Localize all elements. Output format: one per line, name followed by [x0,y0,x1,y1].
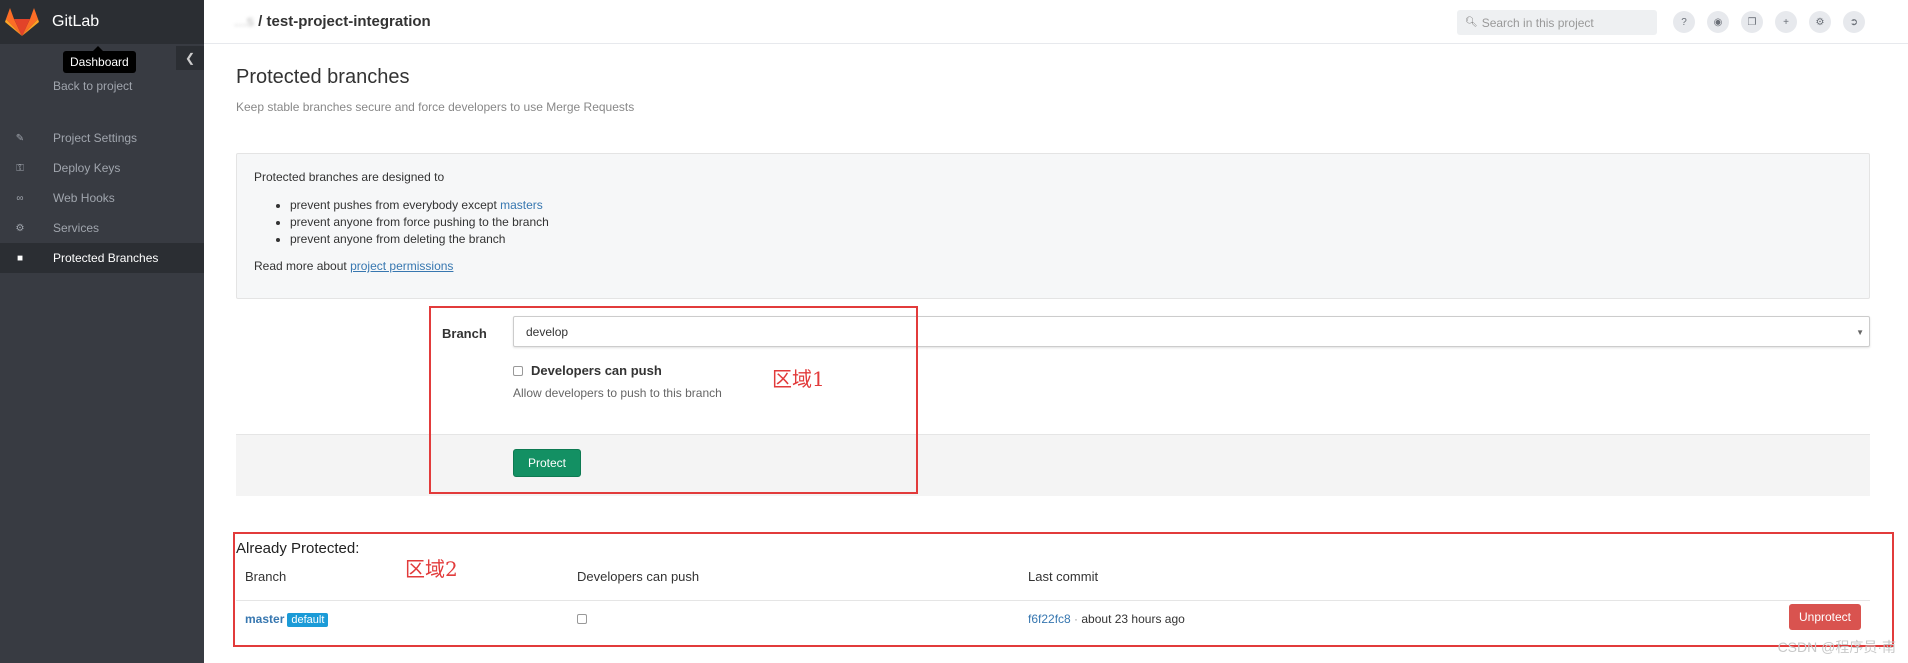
namespace-link[interactable]: ...s [234,13,254,30]
sidebar: GitLab Dashboard ❮ Back to project ✎ Pro… [0,0,204,663]
dashboard-tooltip: Dashboard [63,46,136,73]
page-subtitle: Keep stable branches secure and force de… [236,100,635,114]
watermark: CSDN @程序员·南 [1777,639,1896,655]
read-more-text: Read more about [254,259,351,273]
sidebar-item-label: Project Settings [53,131,138,145]
breadcrumb-separator: / [254,13,267,30]
project-name-link[interactable]: test-project-integration [267,13,431,30]
sidebar-item-deploy-keys[interactable]: ⚿ Deploy Keys [0,153,204,183]
page-title: Protected branches [236,66,410,88]
list-item: prevent anyone from deleting the branch [290,231,1852,248]
lock-icon: ■ [16,252,24,264]
brand-name: GitLab [52,13,100,30]
search-input[interactable]: 🔍︎ Search in this project [1457,10,1657,35]
annotation-box-region2 [233,532,1894,647]
sidebar-item-protected-branches[interactable]: ■ Protected Branches [0,243,204,273]
project-permissions-link[interactable]: project permissions [350,259,453,273]
gitlab-logo-icon [5,8,39,36]
masters-link[interactable]: masters [500,198,543,212]
sign-out-icon[interactable]: ➲ [1843,11,1865,33]
plus-icon[interactable]: + [1775,11,1797,33]
sidebar-nav: ✎ Project Settings ⚿ Deploy Keys ∞ Web H… [0,123,204,273]
sidebar-item-label: Protected Branches [53,251,159,265]
chevron-left-icon: ❮ [184,51,196,65]
cogs-icon: ⚙ [15,222,25,234]
breadcrumb: ...s / test-project-integration [234,13,431,30]
gear-icon[interactable]: ⚙ [1809,11,1831,33]
question-icon[interactable]: ? [1673,11,1695,33]
annotation-box-region1 [429,306,918,494]
info-list: prevent pushes from everybody except mas… [290,197,1852,248]
caret-down-icon: ▼ [1856,328,1864,337]
list-item: prevent pushes from everybody except mas… [290,197,1852,214]
header-icons: ? ◉ ❐ + ⚙ ➲ [1673,11,1877,33]
key-icon: ⚿ [16,162,24,174]
collapse-sidebar-button[interactable]: ❮ [176,46,204,70]
list-item: prevent anyone from force pushing to the… [290,214,1852,231]
link-icon: ∞ [16,192,24,204]
sidebar-item-label: Deploy Keys [53,161,121,175]
copy-icon[interactable]: ❐ [1741,11,1763,33]
annotation-label-region2: 区域2 [405,557,458,581]
globe-icon[interactable]: ◉ [1707,11,1729,33]
sidebar-item-web-hooks[interactable]: ∞ Web Hooks [0,183,204,213]
top-header: ...s / test-project-integration 🔍︎ Searc… [204,0,1908,44]
bullet-text: prevent pushes from everybody except [290,198,501,212]
sidebar-item-project-settings[interactable]: ✎ Project Settings [0,123,204,153]
read-more: Read more about project permissions [254,259,1852,273]
search-icon: 🔍︎ [1465,17,1478,28]
sidebar-item-label: Web Hooks [53,191,115,205]
search-placeholder: Search in this project [1481,15,1594,30]
sidebar-item-label: Services [53,221,100,235]
info-intro: Protected branches are designed to [254,170,445,184]
edit-icon: ✎ [15,132,25,144]
brand[interactable]: GitLab [0,0,204,44]
annotation-label-region1: 区域1 [772,367,825,391]
back-to-project-link[interactable]: Back to project [53,79,132,93]
info-panel: Protected branches are designed to preve… [236,153,1870,299]
sidebar-item-services[interactable]: ⚙ Services [0,213,204,243]
